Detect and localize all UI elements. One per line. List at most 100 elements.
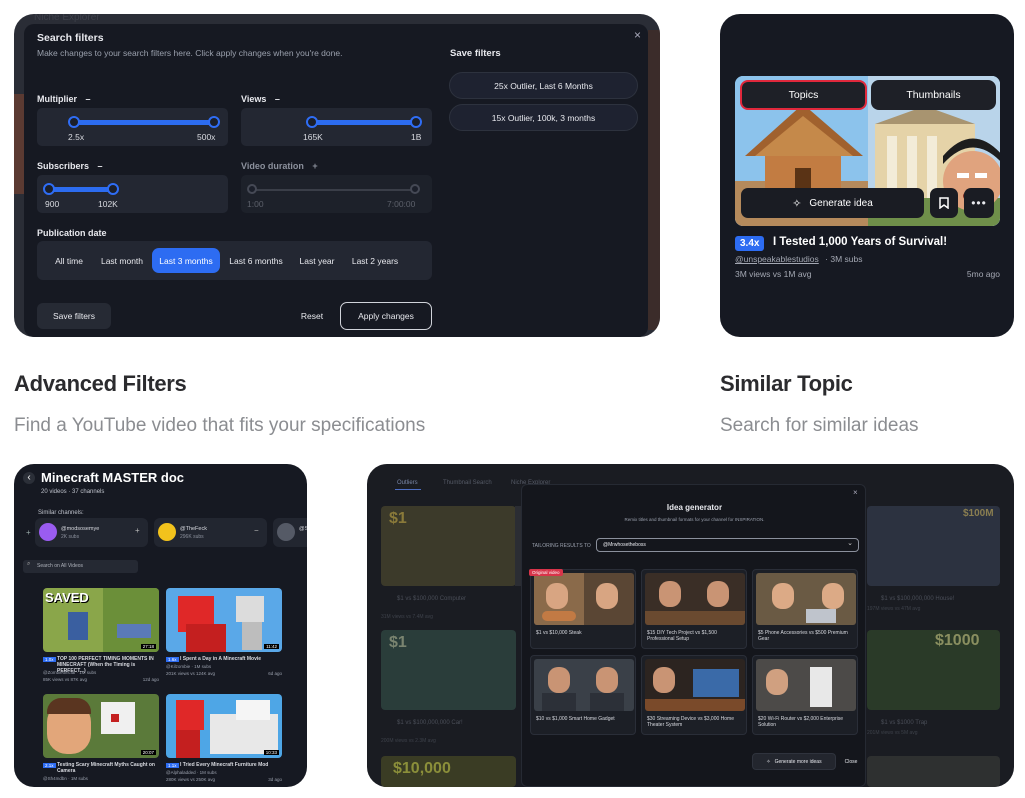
pub-option-last-6-months[interactable]: Last 6 months <box>225 249 287 272</box>
multiplier-collapse-icon[interactable]: – <box>86 94 91 104</box>
add-icon[interactable]: + <box>135 526 140 535</box>
duration-min-value: 1:00 <box>247 199 264 209</box>
saved-filter-item[interactable]: 25x Outlier, Last 6 Months <box>449 72 638 99</box>
bg-video-title: $1 vs $1000 Trap <box>881 720 928 726</box>
video-thumbnail[interactable]: Topics Thumbnails ✧ Generate idea ••• <box>735 76 1000 226</box>
idea-thumbnail <box>534 573 634 625</box>
multiplier-min-handle[interactable] <box>68 116 80 128</box>
subscribers-min-value: 900 <box>45 199 60 209</box>
pub-option-all-time[interactable]: All time <box>46 249 92 272</box>
subscribers-collapse-icon[interactable]: – <box>98 161 103 171</box>
video-title: I Spent a Day in A Minecraft Movie <box>180 656 262 662</box>
idea-card-item[interactable]: Original video $1 vs $10,000 Steak <box>529 569 636 649</box>
video-card[interactable]: 11:42 1.6x I Spent a Day in A Minecraft … <box>166 588 282 688</box>
views-max-handle[interactable] <box>410 116 422 128</box>
channel-chip[interactable]: @S <box>273 518 307 547</box>
multiplier-slider[interactable]: 2.5x 500x <box>37 108 228 146</box>
duration-slider[interactable]: 1:00 7:00:00 <box>241 175 432 213</box>
video-card[interactable]: SAVED 27:18 1.0x TOP 100 PERFECT TIMING … <box>43 588 159 688</box>
outlier-badge: 1.1x <box>166 763 179 768</box>
channel-select-value: @Mrwhosetheboss <box>603 542 646 548</box>
saved-filter-item[interactable]: 15x Outlier, 100k, 3 months <box>449 104 638 131</box>
idea-card-item[interactable]: $20 Wi-Fi Router vs $2,000 Enterprise So… <box>752 655 858 735</box>
save-filters-button[interactable]: Save filters <box>37 303 111 329</box>
tab-underline <box>395 489 421 490</box>
video-age: 3d ago <box>268 777 282 782</box>
idea-title: $30 Streaming Device vs $3,000 Home Thea… <box>647 716 734 728</box>
tab-thumbnail-search[interactable]: Thumbnail Search <box>443 480 492 486</box>
idea-title: $5 Phone Accessories vs $500 Premium Gea… <box>758 630 848 642</box>
modal-subtitle: Remix titles and thumbnail formats for y… <box>624 517 765 522</box>
idea-card-item[interactable]: $30 Streaming Device vs $3,000 Home Thea… <box>641 655 747 735</box>
avatar <box>39 523 57 541</box>
doc-title: Minecraft MASTER doc <box>41 470 185 485</box>
outlier-badge: 3.4x <box>735 236 765 251</box>
sparkle-icon: ✧ <box>792 197 802 210</box>
idea-card-item[interactable]: $10 vs $1,000 Smart Home Gadget <box>530 655 636 735</box>
thumb-figure <box>117 624 151 638</box>
apply-changes-button[interactable]: Apply changes <box>340 302 432 330</box>
search-input[interactable]: ⌕ Search on All Videos <box>23 560 138 573</box>
channel-chip[interactable]: @TheFeck 296K subs − <box>154 518 267 547</box>
back-button[interactable]: ‹ <box>23 472 35 484</box>
bg-video-badge: $10,000 <box>393 760 451 777</box>
generate-more-ideas-button[interactable]: ✧ Generate more ideas <box>752 753 836 770</box>
video-stats: 3M views vs 1M avg <box>735 269 812 279</box>
video-card[interactable]: 20:07 2.1x Testing Scary Minecraft Myths… <box>43 694 159 787</box>
idea-card-item[interactable]: $15 DIY Tech Project vs $1,500 Professio… <box>641 569 747 649</box>
add-channel-icon[interactable]: + <box>26 528 31 537</box>
more-options-button[interactable]: ••• <box>964 188 994 218</box>
thumb-figure <box>176 700 204 730</box>
subscribers-min-handle[interactable] <box>43 183 55 195</box>
thumb-figure <box>68 612 88 640</box>
duration-max-handle[interactable] <box>410 184 420 194</box>
channel-name: @modsosemye <box>61 526 100 532</box>
thumb-desk <box>645 611 745 625</box>
views-collapse-icon[interactable]: – <box>275 94 280 104</box>
thumb-face <box>766 669 788 695</box>
channel-select[interactable]: @Mrwhosetheboss ⌄ <box>596 538 859 552</box>
pub-option-last-year[interactable]: Last year <box>294 249 340 272</box>
views-min-handle[interactable] <box>306 116 318 128</box>
duration-min-handle[interactable] <box>247 184 257 194</box>
video-thumbnail: SAVED 27:18 <box>43 588 159 652</box>
idea-card-item[interactable]: $5 Phone Accessories vs $500 Premium Gea… <box>752 569 858 649</box>
reset-button[interactable]: Reset <box>298 305 326 327</box>
remove-icon[interactable]: − <box>254 526 259 535</box>
idea-generator-modal: × Idea generator Remix titles and thumbn… <box>521 484 866 787</box>
channel-handle[interactable]: @unspeakablestudios <box>735 254 819 264</box>
doc-meta: 20 videos · 37 channels <box>41 489 105 495</box>
tab-outliers[interactable]: Outliers <box>397 480 418 486</box>
bg-video-badge: $1 <box>389 510 407 527</box>
modal-close-icon[interactable]: × <box>853 488 858 497</box>
thumb-router <box>810 667 832 707</box>
subscribers-slider[interactable]: 900 102K <box>37 175 228 213</box>
thumb-overlay-text: SAVED <box>45 590 89 605</box>
video-card[interactable]: 10:33 1.1x I Tried Every Minecraft Furni… <box>166 694 282 787</box>
tab-thumbnails[interactable]: Thumbnails <box>871 80 996 110</box>
close-icon[interactable]: × <box>634 28 641 42</box>
bookmark-button[interactable] <box>930 188 958 218</box>
pub-option-last-3-months[interactable]: Last 3 months <box>152 248 220 273</box>
duration-expand-icon[interactable]: + <box>312 161 317 171</box>
video-title[interactable]: I Tested 1,000 Years of Survival! <box>773 236 947 248</box>
channel-subs: 2K subs <box>61 534 80 540</box>
channel-name: @TheFeck <box>180 526 207 532</box>
channel-chip[interactable]: @modsosemye 2K subs + <box>35 518 148 547</box>
idea-thumbnail <box>645 659 745 711</box>
video-title: Testing Scary Minecraft Myths Caught on … <box>57 762 155 774</box>
views-slider[interactable]: 165K 1B <box>241 108 432 146</box>
multiplier-max-handle[interactable] <box>208 116 220 128</box>
video-stats: 201K views vs 124K avg <box>166 671 216 676</box>
tab-topics[interactable]: Topics <box>740 80 867 110</box>
pub-option-last-month[interactable]: Last month <box>96 249 148 272</box>
video-channel: @Sh4mdbn · 1M subs <box>43 776 88 781</box>
avatar <box>158 523 176 541</box>
pub-option-last-2-years[interactable]: Last 2 years <box>346 249 404 272</box>
multiplier-min-value: 2.5x <box>68 132 85 142</box>
idea-title: $1 vs $10,000 Steak <box>536 630 582 636</box>
subscribers-max-handle[interactable] <box>107 183 119 195</box>
publication-date-label: Publication date <box>37 228 107 238</box>
close-button[interactable]: Close <box>840 753 862 770</box>
generate-idea-button[interactable]: ✧ Generate idea <box>741 188 924 218</box>
